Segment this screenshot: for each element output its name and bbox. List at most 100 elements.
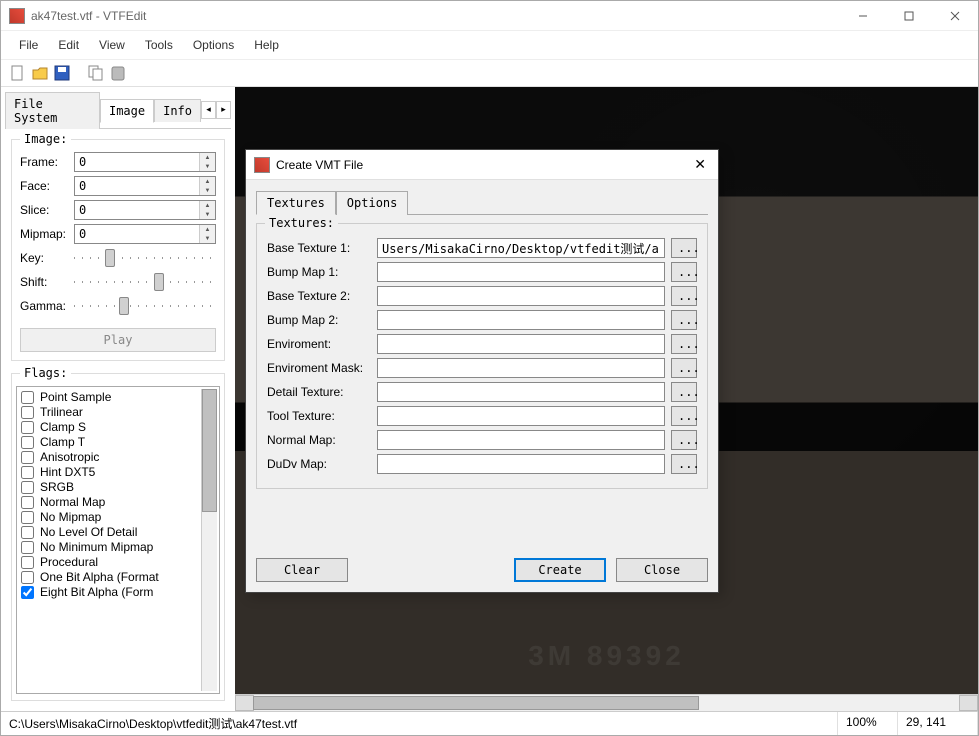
flag-item[interactable]: Point Sample	[19, 390, 201, 404]
texture-input-1[interactable]	[377, 262, 665, 282]
tab-scroll-right[interactable]: ▸	[216, 101, 231, 119]
image-field-input[interactable]	[75, 225, 199, 243]
play-button[interactable]: Play	[20, 328, 216, 352]
open-icon[interactable]	[31, 64, 49, 82]
flag-checkbox[interactable]	[21, 511, 34, 524]
flag-checkbox[interactable]	[21, 421, 34, 434]
flag-checkbox[interactable]	[21, 556, 34, 569]
slider-1[interactable]	[74, 272, 216, 292]
texture-input-2[interactable]	[377, 286, 665, 306]
flag-item[interactable]: One Bit Alpha (Format	[19, 570, 201, 584]
dialog-titlebar[interactable]: Create VMT File ✕	[246, 150, 718, 180]
browse-button-9[interactable]: ...	[671, 454, 697, 474]
flag-checkbox[interactable]	[21, 496, 34, 509]
flag-checkbox[interactable]	[21, 406, 34, 419]
spin-down-icon[interactable]: ▼	[200, 162, 215, 171]
browse-button-2[interactable]: ...	[671, 286, 697, 306]
flag-item[interactable]: No Level Of Detail	[19, 525, 201, 539]
close-button-dialog[interactable]: Close	[616, 558, 708, 582]
dialog-tab-options[interactable]: Options	[336, 191, 409, 215]
maximize-button[interactable]	[886, 1, 932, 31]
spin-up-icon[interactable]: ▲	[200, 225, 215, 234]
clear-button[interactable]: Clear	[256, 558, 348, 582]
spin-down-icon[interactable]: ▼	[200, 210, 215, 219]
flag-item[interactable]: SRGB	[19, 480, 201, 494]
browse-button-1[interactable]: ...	[671, 262, 697, 282]
flag-checkbox[interactable]	[21, 571, 34, 584]
flag-checkbox[interactable]	[21, 481, 34, 494]
flag-checkbox[interactable]	[21, 451, 34, 464]
tab-image[interactable]: Image	[100, 99, 154, 123]
flag-item[interactable]: Clamp T	[19, 435, 201, 449]
image-field-spinner-2[interactable]: ▲▼	[74, 200, 216, 220]
texture-input-0[interactable]	[377, 238, 665, 258]
flag-checkbox[interactable]	[21, 526, 34, 539]
create-button[interactable]: Create	[514, 558, 606, 582]
dialog-close-button[interactable]: ✕	[690, 156, 710, 173]
image-field-input[interactable]	[75, 153, 199, 171]
image-field-input[interactable]	[75, 177, 199, 195]
slider-2[interactable]	[74, 296, 216, 316]
browse-button-8[interactable]: ...	[671, 430, 697, 450]
close-button[interactable]	[932, 1, 978, 31]
flag-item[interactable]: Eight Bit Alpha (Form	[19, 585, 201, 599]
flag-item[interactable]: Trilinear	[19, 405, 201, 419]
flag-checkbox[interactable]	[21, 541, 34, 554]
copy-icon[interactable]	[87, 64, 105, 82]
spin-up-icon[interactable]: ▲	[200, 153, 215, 162]
image-field-spinner-1[interactable]: ▲▼	[74, 176, 216, 196]
spin-down-icon[interactable]: ▼	[200, 234, 215, 243]
texture-input-5[interactable]	[377, 358, 665, 378]
image-field-spinner-0[interactable]: ▲▼	[74, 152, 216, 172]
new-icon[interactable]	[9, 64, 27, 82]
dialog-tab-textures[interactable]: Textures	[256, 191, 336, 215]
browse-button-5[interactable]: ...	[671, 358, 697, 378]
tab-info[interactable]: Info	[154, 99, 201, 122]
menu-tools[interactable]: Tools	[135, 35, 183, 55]
texture-input-3[interactable]	[377, 310, 665, 330]
preview-horizontal-scrollbar[interactable]	[235, 694, 978, 711]
tab-file-system[interactable]: File System	[5, 92, 100, 129]
flag-item[interactable]: Clamp S	[19, 420, 201, 434]
tab-scroll-left[interactable]: ◂	[201, 101, 216, 119]
spin-down-icon[interactable]: ▼	[200, 186, 215, 195]
minimize-button[interactable]	[840, 1, 886, 31]
flag-item[interactable]: No Mipmap	[19, 510, 201, 524]
menu-options[interactable]: Options	[183, 35, 244, 55]
flags-scrollbar[interactable]	[201, 389, 217, 691]
textures-group-legend: Textures:	[265, 216, 338, 230]
texture-input-8[interactable]	[377, 430, 665, 450]
menu-file[interactable]: File	[9, 35, 48, 55]
menu-help[interactable]: Help	[244, 35, 289, 55]
texture-input-7[interactable]	[377, 406, 665, 426]
flag-checkbox[interactable]	[21, 436, 34, 449]
flag-item[interactable]: Normal Map	[19, 495, 201, 509]
slider-0[interactable]	[74, 248, 216, 268]
browse-button-4[interactable]: ...	[671, 334, 697, 354]
image-field-spinner-3[interactable]: ▲▼	[74, 224, 216, 244]
flag-label: SRGB	[40, 480, 74, 494]
texture-input-6[interactable]	[377, 382, 665, 402]
flags-list[interactable]: Point SampleTrilinearClamp SClamp TAniso…	[16, 386, 220, 694]
spin-up-icon[interactable]: ▲	[200, 177, 215, 186]
browse-button-3[interactable]: ...	[671, 310, 697, 330]
save-icon[interactable]	[53, 64, 71, 82]
flag-checkbox[interactable]	[21, 391, 34, 404]
texture-input-4[interactable]	[377, 334, 665, 354]
flag-item[interactable]: Procedural	[19, 555, 201, 569]
flag-item[interactable]: No Minimum Mipmap	[19, 540, 201, 554]
browse-button-0[interactable]: ...	[671, 238, 697, 258]
image-field-input[interactable]	[75, 201, 199, 219]
menu-edit[interactable]: Edit	[48, 35, 89, 55]
texture-input-9[interactable]	[377, 454, 665, 474]
spin-up-icon[interactable]: ▲	[200, 201, 215, 210]
browse-button-6[interactable]: ...	[671, 382, 697, 402]
flag-checkbox[interactable]	[21, 466, 34, 479]
flag-item[interactable]: Hint DXT5	[19, 465, 201, 479]
browse-button-7[interactable]: ...	[671, 406, 697, 426]
flag-item[interactable]: Anisotropic	[19, 450, 201, 464]
status-zoom: 100%	[838, 712, 898, 735]
menu-view[interactable]: View	[89, 35, 135, 55]
flag-checkbox[interactable]	[21, 586, 34, 599]
paste-icon[interactable]	[109, 64, 127, 82]
